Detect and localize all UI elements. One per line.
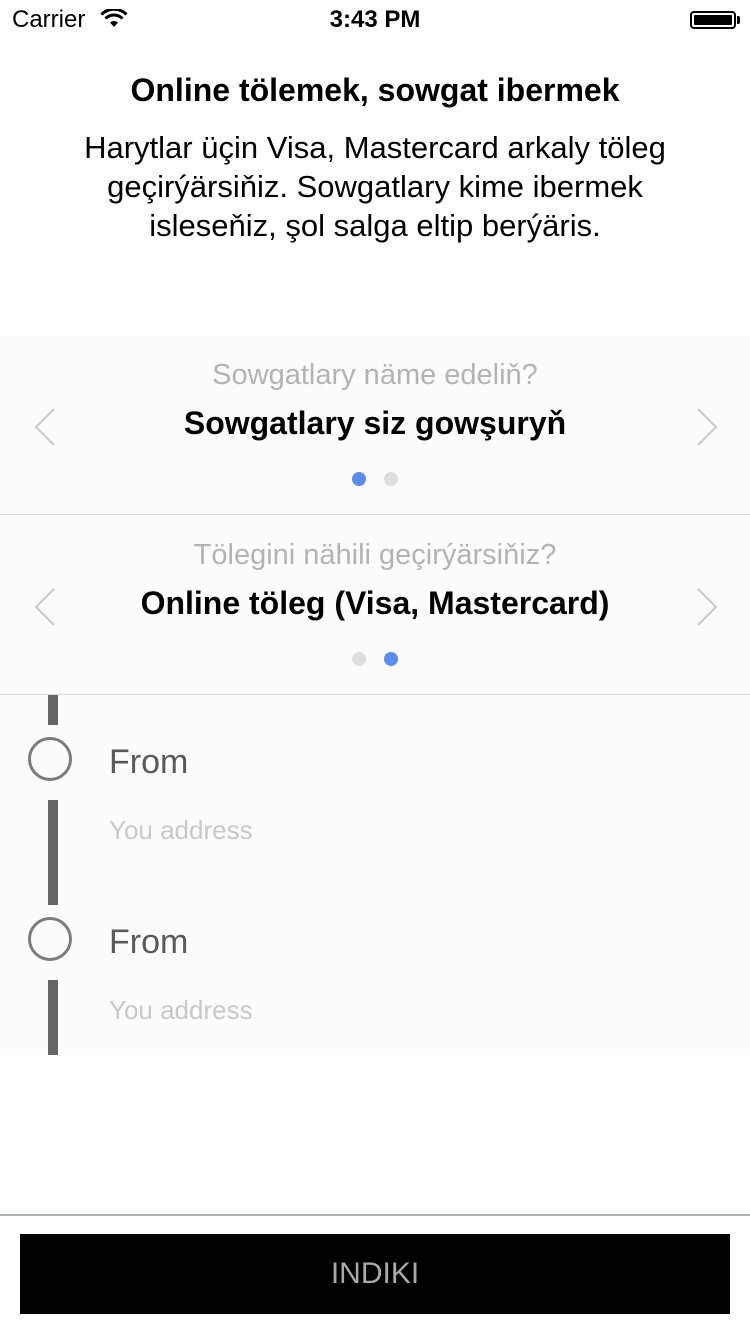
route-line — [48, 980, 58, 1055]
address-field[interactable]: You address — [109, 815, 253, 846]
next-button-label: INDIKI — [330, 1257, 420, 1290]
payment-method-picker[interactable]: Tölegini nähili geçirýärsiňiz? Online tö… — [0, 515, 750, 695]
battery-icon — [690, 11, 736, 29]
address-field[interactable]: You address — [109, 995, 253, 1026]
footer-divider — [0, 1214, 750, 1216]
stop-label: From — [109, 923, 189, 961]
route-line — [48, 800, 58, 905]
status-time: 3:43 PM — [329, 6, 421, 33]
chevron-right-icon[interactable] — [690, 587, 726, 627]
route-line — [48, 695, 58, 725]
page-dot[interactable] — [352, 652, 366, 666]
page-dot-active[interactable] — [352, 472, 366, 486]
intro-title: Online tölemek, sowgat ibermek — [130, 72, 620, 108]
battery-tip — [737, 16, 740, 24]
chevron-left-icon[interactable] — [28, 407, 64, 447]
stop-label: From — [109, 743, 189, 781]
picker-question: Tölegini nähili geçirýärsiňiz? — [193, 539, 557, 571]
picker-answer: Sowgatlary siz gowşuryň — [183, 405, 567, 441]
picker-question: Sowgatlary näme edeliň? — [212, 359, 538, 391]
page-dot[interactable] — [384, 472, 398, 486]
chevron-left-icon[interactable] — [28, 587, 64, 627]
page-dot-active[interactable] — [384, 652, 398, 666]
next-button[interactable]: INDIKI — [20, 1234, 730, 1314]
status-bar: Carrier 3:43 PM — [0, 0, 750, 40]
picker-answer: Online töleg (Visa, Mastercard) — [140, 585, 610, 621]
stop-circle-icon — [28, 917, 72, 961]
chevron-right-icon[interactable] — [690, 407, 726, 447]
gift-option-picker[interactable]: Sowgatlary näme edeliň? Sowgatlary siz g… — [0, 335, 750, 515]
intro-description: Harytlar üçin Visa, Mastercard arkaly tö… — [84, 130, 666, 243]
route-section: From You address From You address — [0, 695, 750, 1055]
stop-circle-icon — [28, 737, 72, 781]
